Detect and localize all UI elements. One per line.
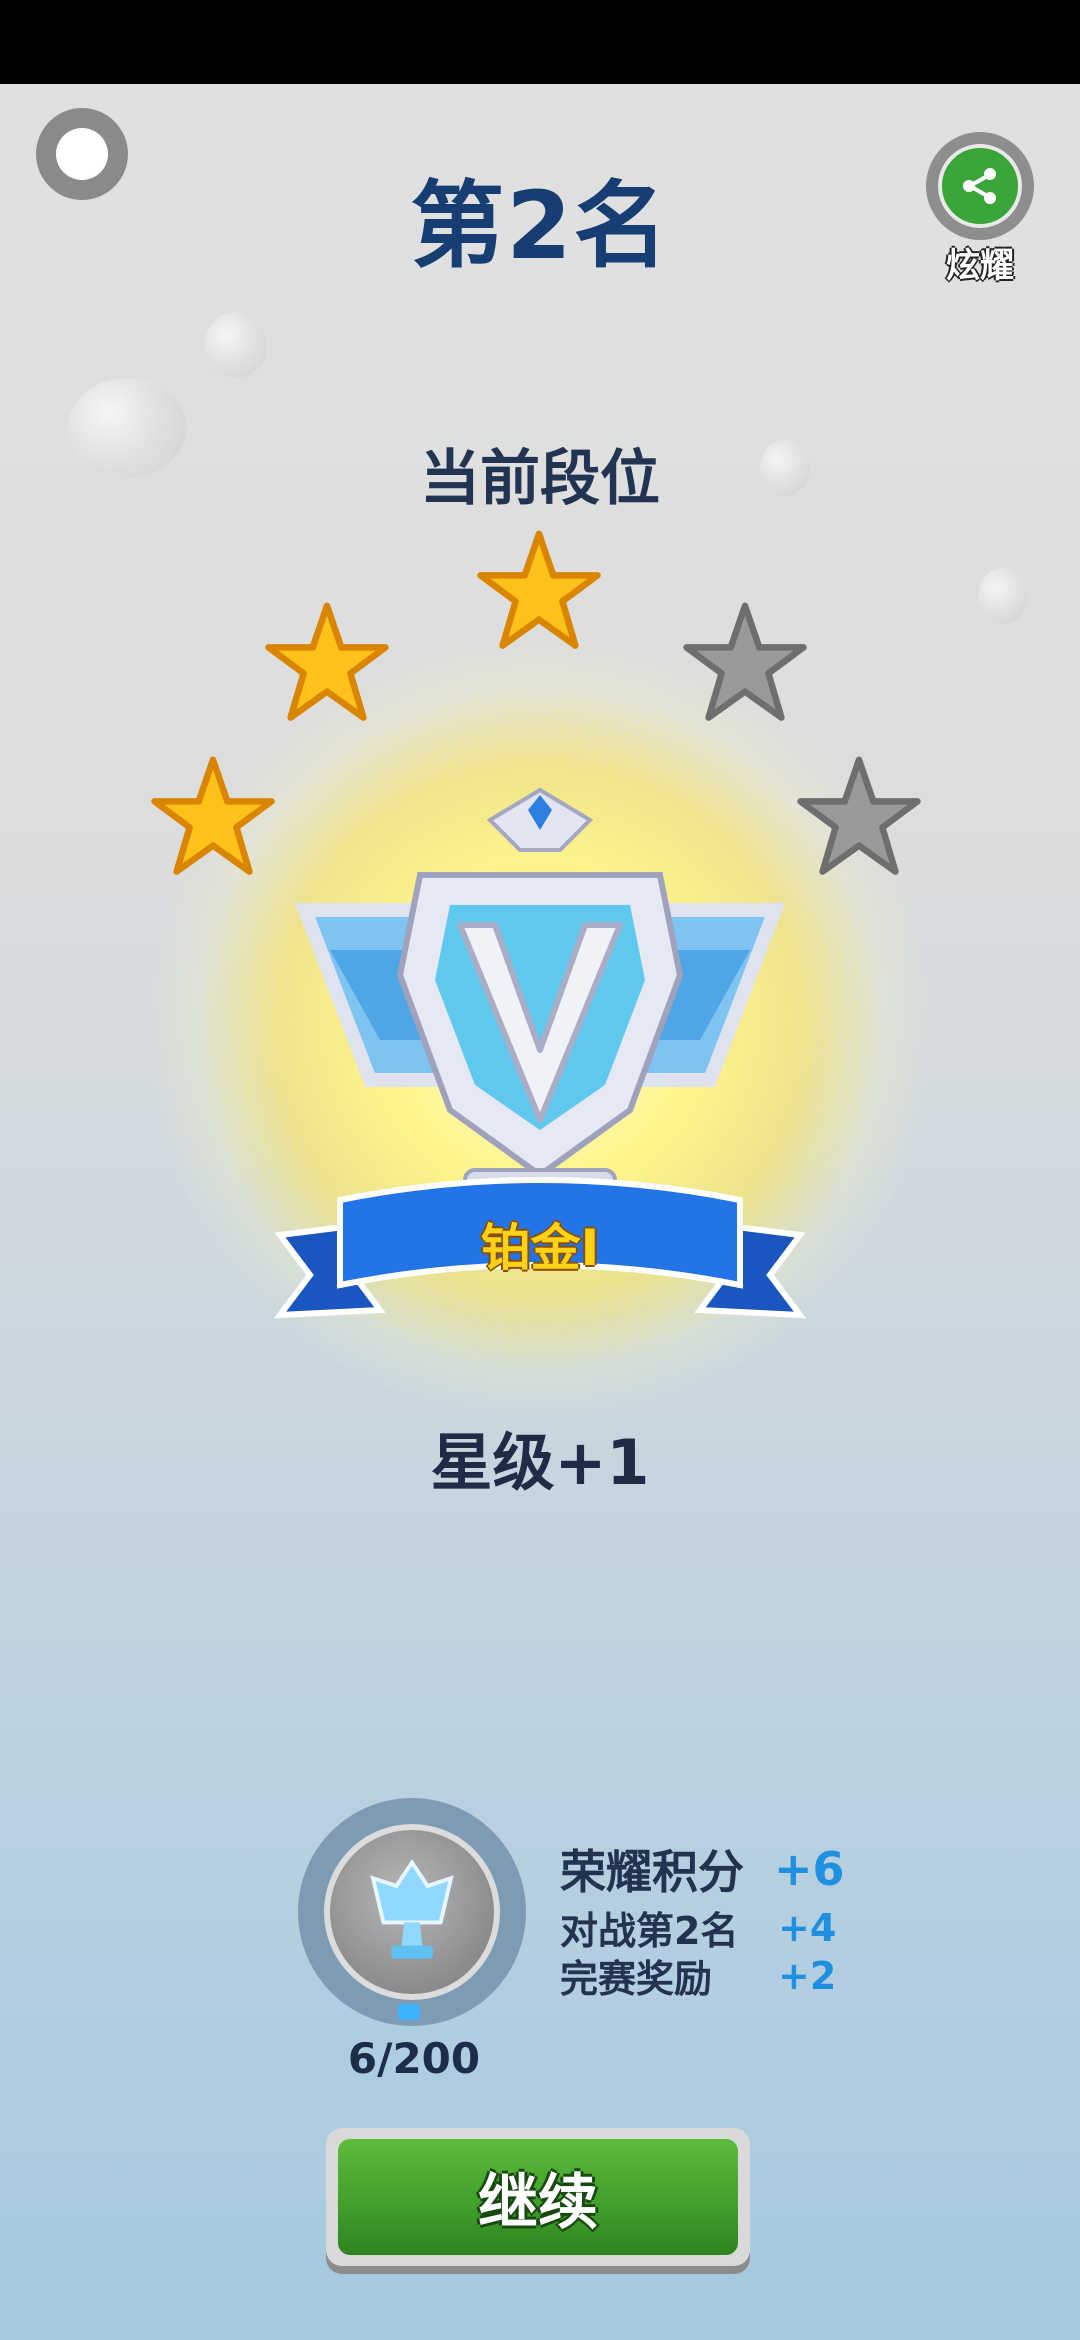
score-row-finish: 完赛奖励 +2 xyxy=(560,1948,836,2003)
score-row-battle: 对战第2名 +4 xyxy=(560,1900,836,1955)
continue-button[interactable]: 继续 xyxy=(326,2128,750,2266)
tier-name: 铂金I xyxy=(480,1219,600,1277)
current-tier-label: 当前段位 xyxy=(420,444,660,514)
score-row-total: 荣耀积分 +6 xyxy=(560,1836,845,1902)
share-label: 炫耀 xyxy=(946,246,1014,286)
score-label: 荣耀积分 xyxy=(560,1845,744,1899)
score-label: 完赛奖励 xyxy=(560,1957,713,2001)
rank-title: 第2名 xyxy=(410,172,670,281)
bubble-decoration xyxy=(978,568,1028,624)
continue-label: 继续 xyxy=(338,2139,738,2255)
score-value: +4 xyxy=(778,1905,837,1950)
score-value: +6 xyxy=(774,1842,845,1896)
star-change-text: 星级+1 xyxy=(430,1426,650,1499)
star-3-filled-icon xyxy=(477,530,601,649)
star-4-empty-icon xyxy=(683,602,807,721)
score-value: +2 xyxy=(778,1953,837,1998)
share-icon xyxy=(963,168,996,204)
honor-progress-ring xyxy=(298,1798,526,2026)
star-1-filled-icon xyxy=(151,756,275,875)
trophy-crown-icon xyxy=(370,1859,454,1959)
honor-progress-text: 6/200 xyxy=(347,2034,481,2083)
score-label: 对战第2名 xyxy=(560,1909,739,1953)
share-button[interactable] xyxy=(926,132,1034,240)
status-bar xyxy=(0,0,1080,84)
progress-indicator xyxy=(398,2004,420,2020)
star-2-filled-icon xyxy=(265,602,389,721)
bubble-decoration xyxy=(205,312,267,378)
